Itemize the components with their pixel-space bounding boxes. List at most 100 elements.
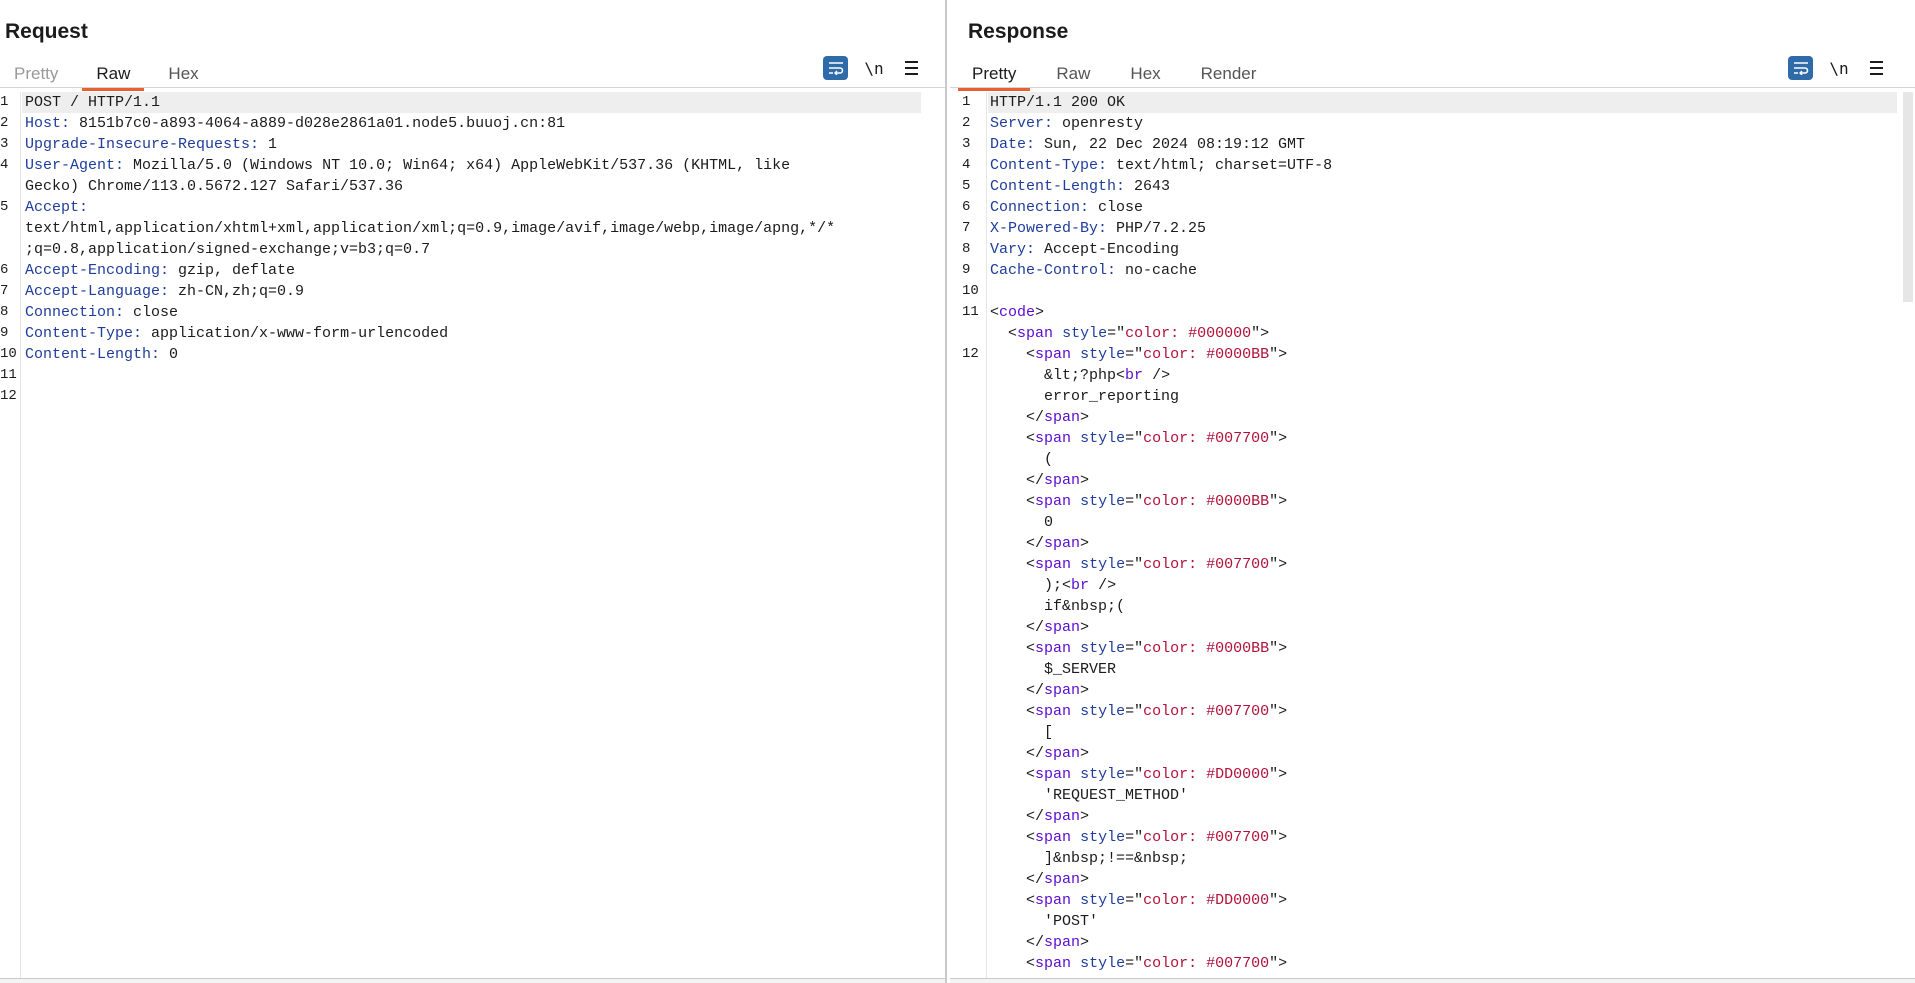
tag-name: span	[1044, 682, 1081, 699]
response-tab-raw[interactable]: Raw	[1042, 60, 1104, 88]
response-pane: Response Pretty Raw Hex Render \n 123456789…	[950, 0, 1915, 983]
tag-bracket: ">	[1269, 493, 1288, 510]
menu-icon[interactable]	[900, 56, 922, 80]
menu-icon[interactable]	[1865, 56, 1887, 80]
html-line: <span style="color: #007700">	[990, 827, 1287, 848]
horizontal-scrollbar[interactable]	[0, 978, 945, 983]
tag-bracket: <	[1026, 346, 1036, 363]
html-line: $_SERVER	[990, 659, 1116, 680]
horizontal-scrollbar[interactable]	[950, 978, 1915, 983]
html-line: &lt;?php<br />	[990, 365, 1170, 386]
line-number: 11	[962, 304, 979, 320]
tag-bracket: >	[1035, 304, 1045, 321]
header-line: Content-Type: text/html; charset=UTF-8	[990, 155, 1332, 176]
tag-name: code	[999, 304, 1036, 321]
response-tab-pretty[interactable]: Pretty	[958, 60, 1031, 91]
header-name: Connection:	[990, 199, 1090, 216]
header-line: Upgrade-Insecure-Requests: 1	[25, 134, 277, 155]
html-line: [	[990, 722, 1053, 743]
request-editor[interactable]: 1 2 3 4 5 6 7 8 9 10 11 12 POST / HTTP/1.1 Host: 815…	[0, 92, 939, 978]
show-newlines-button[interactable]: \n	[1827, 59, 1851, 78]
text-content: 'POST'	[1044, 913, 1099, 930]
line-number: 7	[0, 283, 9, 299]
header-line: Vary: Accept-Encoding	[990, 239, 1179, 260]
header-line: Date: Sun, 22 Dec 2024 08:19:12 GMT	[990, 134, 1305, 155]
request-title: Request	[5, 20, 88, 43]
tag-bracket: ">	[1269, 955, 1288, 972]
tag-bracket: </	[1026, 535, 1045, 552]
line-number: 8	[0, 304, 9, 320]
request-tab-raw[interactable]: Raw	[82, 60, 145, 91]
response-tab-hex[interactable]: Hex	[1116, 60, 1174, 88]
attr-value: color: #0000BB	[1143, 346, 1270, 363]
tag-name: span	[1035, 346, 1072, 363]
tag-bracket: ">	[1269, 430, 1288, 447]
html-line: (	[990, 449, 1053, 470]
tag-name: span	[1044, 934, 1081, 951]
text-content: if&nbsp;(	[1044, 598, 1126, 615]
tag-bracket: <	[1026, 829, 1036, 846]
tag-bracket: ">	[1269, 703, 1288, 720]
tag-bracket: <	[1026, 955, 1036, 972]
html-line: if&nbsp;(	[990, 596, 1125, 617]
request-tab-hex[interactable]: Hex	[154, 60, 212, 88]
equals: ="	[1125, 346, 1144, 363]
header-name: Content-Length:	[25, 346, 161, 363]
header-value: close	[1089, 199, 1144, 216]
vertical-scrollbar-thumb[interactable]	[1903, 92, 1913, 302]
header-line: Connection: close	[25, 302, 178, 323]
tag-name: span	[1035, 955, 1072, 972]
equals: ="	[1107, 325, 1126, 342]
header-name: Accept-Language:	[25, 283, 170, 300]
header-value: Accept-Encoding	[1035, 241, 1180, 258]
header-value: gzip, deflate	[169, 262, 296, 279]
response-toolbar: \n	[1788, 56, 1887, 80]
header-value: Mozilla/5.0 (Windows NT 10.0; Win64; x64…	[124, 157, 791, 174]
tag-name: span	[1044, 808, 1081, 825]
tag-bracket: </	[1026, 871, 1045, 888]
attr-name: style	[1080, 493, 1126, 510]
word-wrap-icon[interactable]	[1788, 56, 1813, 80]
tag-bracket: ">	[1269, 829, 1288, 846]
response-editor[interactable]: 1 2 3 4 5 6 7 8 9 10 11 12 HTTP/1.1 200 OK Server: o…	[950, 92, 1915, 978]
html-line: ]&nbsp;!==&nbsp;	[990, 848, 1188, 869]
request-toolbar: \n	[823, 56, 922, 80]
equals: ="	[1125, 640, 1144, 657]
equals: ="	[1125, 829, 1144, 846]
html-line: </span>	[990, 869, 1089, 890]
attr-value: color: #0000BB	[1143, 640, 1270, 657]
equals: ="	[1125, 493, 1144, 510]
tag-bracket: </	[1026, 682, 1045, 699]
html-line: <code>	[990, 302, 1044, 323]
header-value: 0	[160, 346, 179, 363]
word-wrap-icon[interactable]	[823, 56, 848, 80]
line-number: 3	[962, 136, 971, 152]
attr-value: color: #007700	[1143, 430, 1270, 447]
response-tab-render[interactable]: Render	[1187, 60, 1271, 88]
line-number: 1	[962, 94, 971, 110]
header-value: no-cache	[1116, 262, 1198, 279]
line-number: 6	[962, 199, 971, 215]
line-number: 4	[962, 157, 971, 173]
header-value: 2643	[1125, 178, 1171, 195]
line-number: 3	[0, 136, 9, 152]
header-name: Content-Type:	[25, 325, 143, 342]
show-newlines-button[interactable]: \n	[862, 59, 886, 78]
request-tab-pretty[interactable]: Pretty	[0, 60, 72, 88]
html-line: 'REQUEST_METHOD'	[990, 785, 1188, 806]
tag-bracket: >	[1080, 682, 1090, 699]
header-line: text/html,application/xhtml+xml,applicat…	[25, 218, 835, 239]
header-name: Content-Type:	[990, 157, 1108, 174]
header-name: Vary:	[990, 241, 1036, 258]
tag-bracket: ">	[1269, 766, 1288, 783]
